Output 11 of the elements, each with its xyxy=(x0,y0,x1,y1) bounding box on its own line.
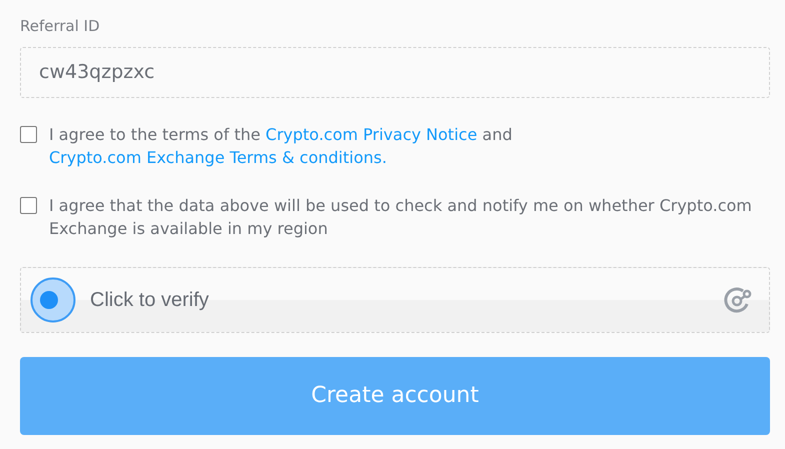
checkbox[interactable] xyxy=(20,126,37,142)
terms-link[interactable]: Crypto.com Exchange Terms & conditions. xyxy=(49,148,387,166)
checkbox[interactable] xyxy=(20,196,37,214)
captcha-label: Click to verify xyxy=(90,288,209,312)
captcha-spinner-icon xyxy=(30,276,76,322)
agreement-text: I agree to the terms of the Crypto.com Privacy Notice and Crypto.com Exchange Terms & conditions. xyxy=(49,124,514,168)
terms-link[interactable]: Crypto.com Privacy Notice xyxy=(266,124,478,144)
captcha-widget[interactable]: Click to verify xyxy=(20,266,770,332)
field-label: Referral ID xyxy=(20,16,100,37)
agreement-text: I agree that the data above will be used to check and notify me on whether Crypto.com Exchange is available in my region xyxy=(49,194,753,240)
referral-id-field[interactable]: cw43qzpzxc xyxy=(20,46,770,98)
